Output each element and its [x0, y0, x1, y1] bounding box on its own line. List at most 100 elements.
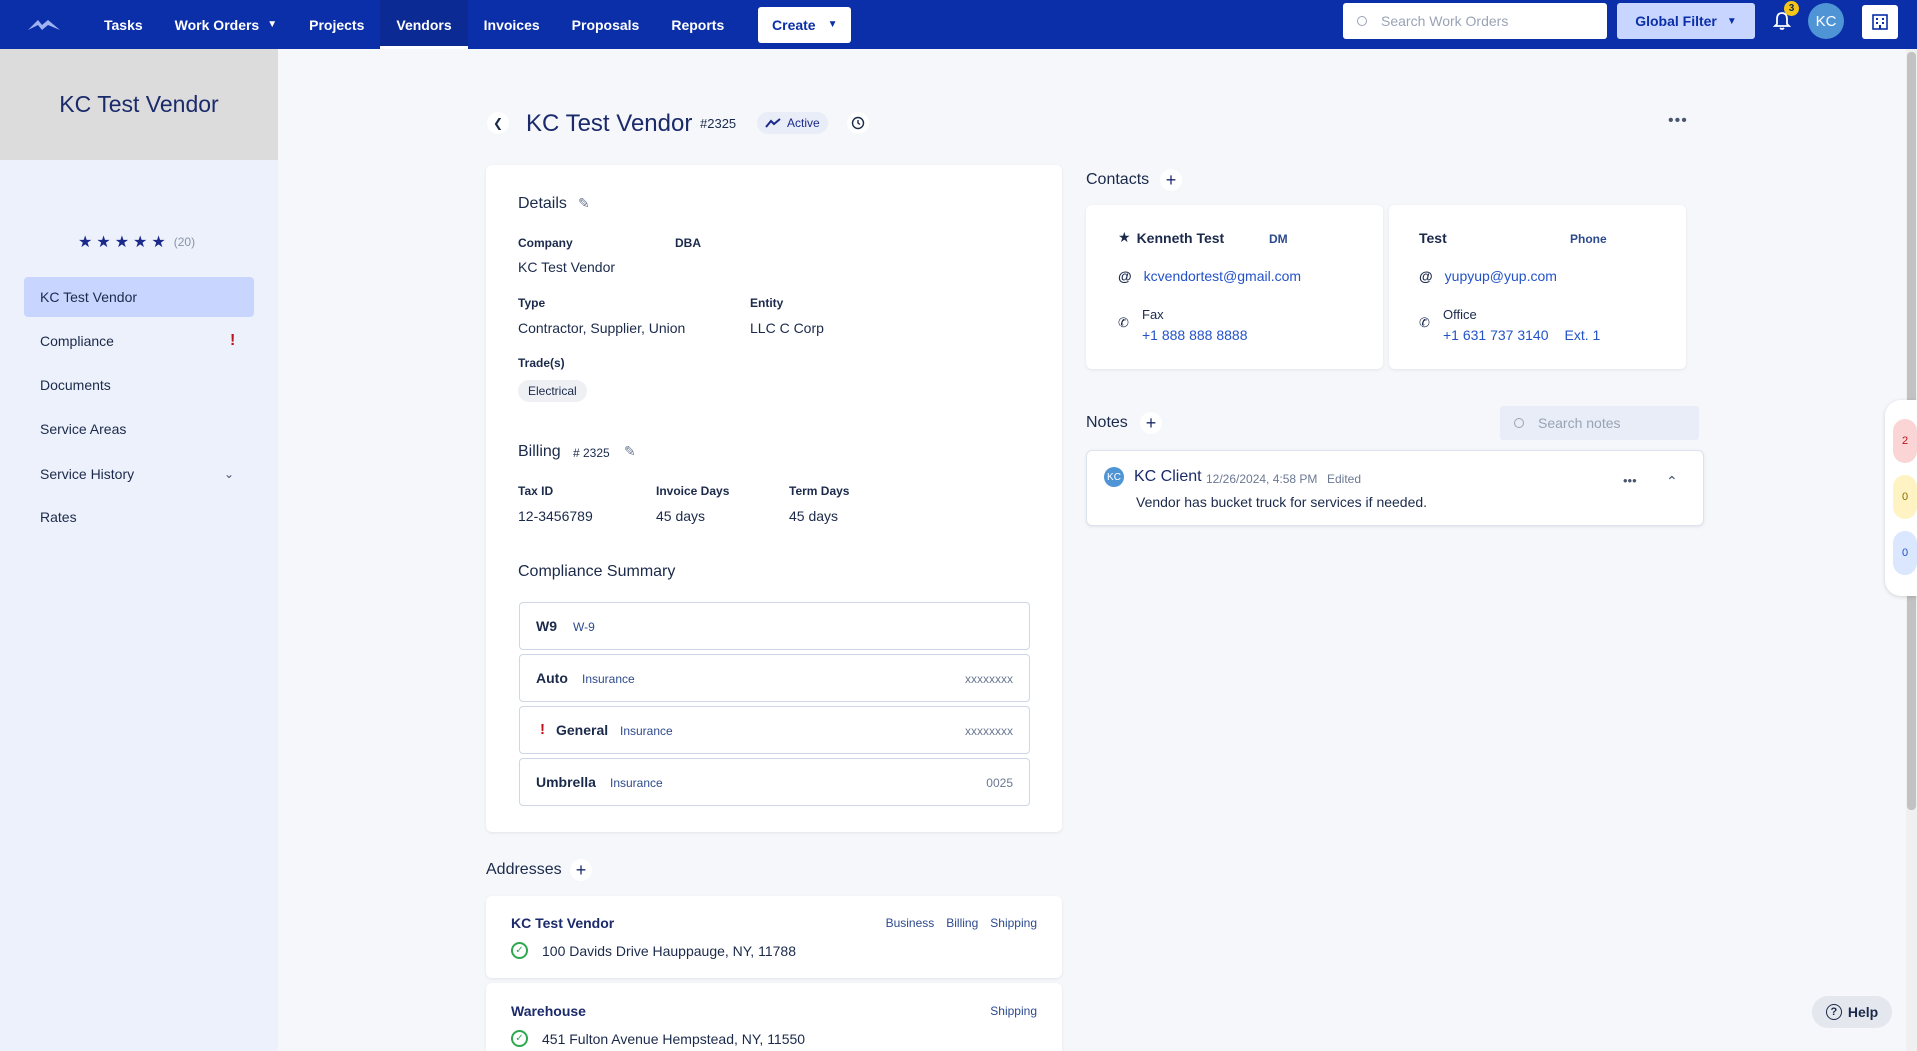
nav-vendors[interactable]: Vendors	[380, 0, 468, 49]
nav-proposals[interactable]: Proposals	[556, 0, 656, 49]
sidebar-item-rates[interactable]: Rates	[24, 497, 254, 537]
status-badge[interactable]: Active	[757, 112, 828, 134]
term-days-value: 45 days	[789, 508, 839, 524]
contact-phone-ext: Ext. 1	[1564, 327, 1601, 343]
verified-check-icon: ✓	[511, 1030, 528, 1047]
search-icon	[1514, 418, 1524, 428]
note-more-icon[interactable]: •••	[1623, 473, 1637, 488]
at-icon: @	[1118, 268, 1132, 284]
compliance-type: Insurance	[582, 672, 635, 686]
sidebar-item-label: Compliance	[40, 333, 114, 349]
compliance-name: Umbrella	[536, 774, 596, 790]
contact-role: DM	[1269, 232, 1288, 246]
nav-work-orders[interactable]: Work Orders ▼	[159, 0, 293, 49]
notes-search-input[interactable]: Search notes	[1500, 406, 1699, 440]
tax-id-value: 12-3456789	[518, 508, 593, 524]
pending-count-pill[interactable]: 0	[1893, 475, 1917, 519]
contact-phone-row: +1 631 737 3140 Ext. 1	[1443, 327, 1600, 343]
contact-role: Phone	[1570, 232, 1607, 246]
compliance-alert-icon: !	[230, 332, 236, 349]
sidebar-item-service-areas[interactable]: Service Areas	[24, 409, 254, 449]
contact-email-link[interactable]: kcvendortest@gmail.com	[1144, 268, 1301, 284]
more-options-icon[interactable]: •••	[1668, 112, 1688, 130]
add-note-plus-icon[interactable]: +	[1140, 412, 1162, 434]
address-card[interactable]: KC Test Vendor Business Billing Shipping…	[486, 896, 1062, 978]
compliance-code: 0025	[986, 776, 1013, 790]
compliance-name: Auto	[536, 670, 568, 686]
contact-email-link[interactable]: yupyup@yup.com	[1445, 268, 1557, 284]
at-icon: @	[1419, 268, 1433, 284]
add-contact-plus-icon[interactable]: +	[1160, 169, 1182, 191]
create-button[interactable]: Create ▼	[758, 6, 852, 43]
sidebar-item-compliance[interactable]: Compliance!	[24, 321, 254, 361]
contact-card[interactable]: Test Phone @ yupyup@yup.com ✆ Office +1 …	[1389, 205, 1686, 369]
compliance-code: xxxxxxxx	[965, 672, 1013, 686]
address-card[interactable]: Warehouse Shipping ✓ 451 Fulton Avenue H…	[486, 983, 1062, 1051]
building-icon[interactable]	[1862, 5, 1898, 39]
contact-phone-type: Fax	[1142, 307, 1164, 322]
invoice-days-label: Invoice Days	[656, 484, 730, 498]
nav-tasks[interactable]: Tasks	[88, 0, 159, 49]
invoice-days-value: 45 days	[656, 508, 706, 524]
compliance-name: General	[556, 722, 609, 738]
compliance-code: xxxxxxxx	[965, 724, 1013, 738]
help-button[interactable]: ? Help	[1812, 996, 1892, 1028]
contact-phone-link[interactable]: +1 631 737 3140	[1443, 327, 1549, 343]
collapse-chevron-up-icon[interactable]: ⌃	[1666, 473, 1678, 490]
contact-name: Test	[1419, 230, 1447, 246]
entity-value: LLC C Corp	[750, 320, 824, 336]
edit-billing-pencil-icon[interactable]: ✎	[624, 443, 636, 460]
company-value: KC Test Vendor	[518, 259, 616, 275]
edit-details-pencil-icon[interactable]: ✎	[578, 195, 590, 212]
history-icon[interactable]	[847, 112, 869, 134]
compliance-summary-title: Compliance Summary	[518, 563, 676, 580]
open-count-pill[interactable]: 0	[1893, 531, 1917, 575]
status-icon	[765, 118, 781, 128]
overdue-count-pill[interactable]: 2	[1893, 419, 1917, 463]
add-address-plus-icon[interactable]: +	[570, 859, 592, 881]
note-text: Vendor has bucket truck for services if …	[1136, 494, 1428, 510]
primary-star-icon: ★	[1118, 229, 1131, 245]
question-icon: ?	[1825, 1004, 1842, 1020]
term-days-label: Term Days	[789, 484, 850, 498]
compliance-row-umbrella[interactable]: Umbrella Insurance 0025	[519, 758, 1030, 806]
type-label: Type	[518, 296, 546, 310]
note-card[interactable]: KC KC Client 12/26/2024, 4:58 PM Edited …	[1086, 450, 1704, 526]
notes-search-placeholder: Search notes	[1538, 415, 1621, 431]
nav-projects-label: Projects	[309, 16, 365, 33]
contact-phone-link[interactable]: +1 888 888 8888	[1142, 327, 1248, 343]
note-edited-label: Edited	[1327, 472, 1362, 486]
sidebar-item-label: KC Test Vendor	[40, 289, 138, 305]
sidebar-item-overview[interactable]: KC Test Vendor	[24, 277, 254, 317]
global-filter-button[interactable]: Global Filter ▼	[1617, 3, 1755, 39]
nav-vendors-label: Vendors	[396, 16, 452, 33]
contact-name-row: ★ Kenneth Test	[1118, 229, 1224, 246]
sidebar-item-documents[interactable]: Documents	[24, 365, 254, 405]
chevron-down-icon: ▼	[267, 19, 278, 30]
contact-email-row: @ kcvendortest@gmail.com	[1118, 268, 1301, 284]
contact-card[interactable]: ★ Kenneth Test DM @ kcvendortest@gmail.c…	[1086, 205, 1383, 369]
contact-email-row: @ yupyup@yup.com	[1419, 268, 1557, 284]
chevron-down-icon: ▼	[1726, 15, 1737, 27]
compliance-row-general[interactable]: ! General Insurance xxxxxxxx	[519, 706, 1030, 754]
nav-invoices[interactable]: Invoices	[468, 0, 556, 49]
compliance-row-w9[interactable]: W9 W-9	[519, 602, 1030, 650]
star-icon: ★	[133, 234, 148, 251]
chevron-down-icon[interactable]: ⌄	[224, 467, 234, 481]
work-order-search-input[interactable]: Search Work Orders	[1343, 3, 1607, 39]
app-logo-icon[interactable]	[0, 0, 88, 49]
back-button[interactable]: ❮	[487, 112, 509, 134]
chevron-left-icon: ❮	[492, 116, 504, 130]
star-icon: ★	[114, 234, 130, 251]
address-tags: Shipping	[978, 1004, 1037, 1018]
address-line: ✓ 451 Fulton Avenue Hempstead, NY, 11550	[511, 1030, 805, 1047]
tax-id-label: Tax ID	[518, 484, 554, 498]
sidebar-item-service-history[interactable]: Service History ⌄	[24, 454, 254, 494]
user-avatar[interactable]: KC	[1808, 3, 1844, 39]
nav-tasks-label: Tasks	[104, 16, 143, 33]
compliance-row-auto[interactable]: Auto Insurance xxxxxxxx	[519, 654, 1030, 702]
billing-number: # 2325	[573, 446, 610, 460]
nav-projects[interactable]: Projects	[293, 0, 380, 49]
nav-reports[interactable]: Reports	[655, 0, 740, 49]
phone-icon: ✆	[1118, 315, 1129, 330]
